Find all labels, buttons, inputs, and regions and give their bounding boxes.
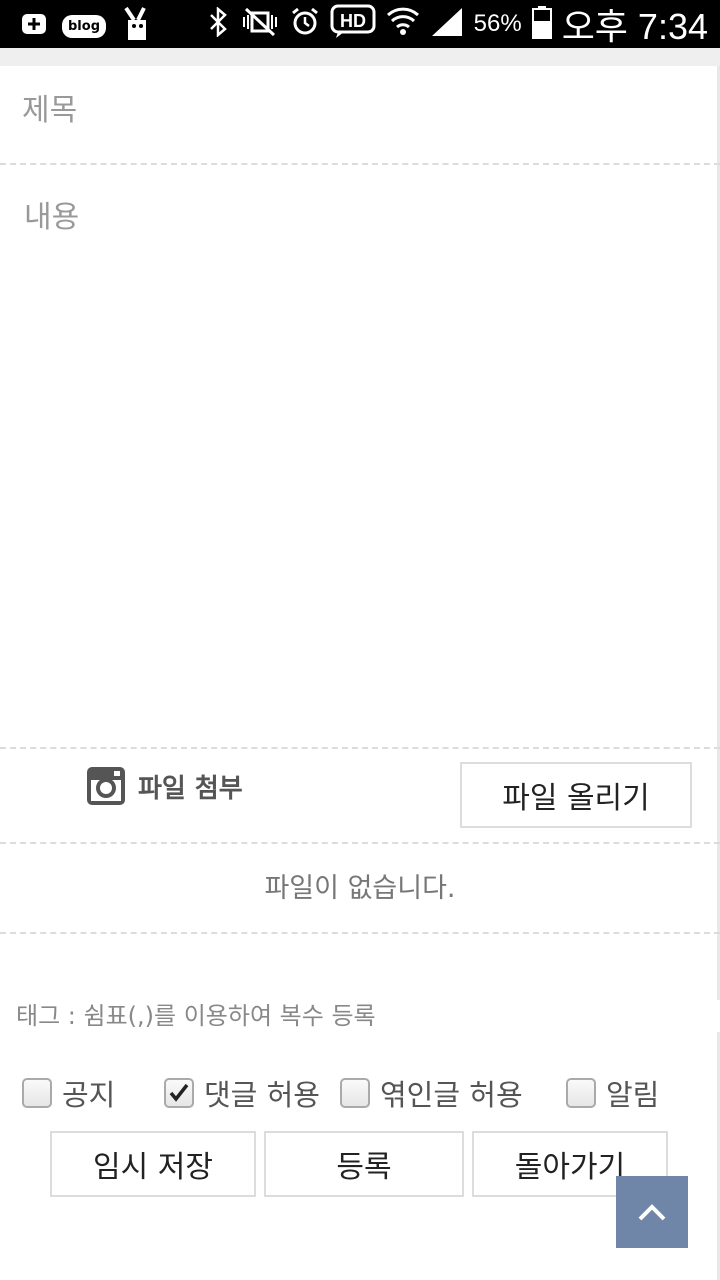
option-label: 공지 <box>62 1078 116 1112</box>
checkmark-icon <box>169 1083 189 1102</box>
content-textarea[interactable] <box>24 192 694 732</box>
signal-icon <box>430 6 464 42</box>
option-allow-comments[interactable]: 댓글 허용 <box>164 1072 320 1114</box>
divider <box>0 932 720 934</box>
option-label: 엮인글 허용 <box>380 1078 523 1112</box>
divider <box>0 163 720 165</box>
submit-button[interactable]: 등록 <box>264 1131 464 1197</box>
option-notice[interactable]: 공지 <box>22 1072 115 1114</box>
vibrate-mute-icon <box>240 7 280 41</box>
divider <box>0 747 720 749</box>
status-bar: blog HD 56% 오후 7:34 <box>0 0 720 48</box>
upload-file-button[interactable]: 파일 올리기 <box>460 762 692 828</box>
attach-label: 파일 첨부 <box>138 773 243 804</box>
hd-voice-icon: HD <box>330 4 376 44</box>
attach-row: 파일 첨부 파일 올리기 <box>0 750 720 842</box>
attach-label-group: 파일 첨부 <box>86 766 243 806</box>
battery-percent: 56% <box>473 10 522 37</box>
top-divider <box>0 48 720 66</box>
option-label: 댓글 허용 <box>204 1078 320 1112</box>
temp-save-button[interactable]: 임시 저장 <box>50 1131 256 1197</box>
scroll-to-top-button[interactable] <box>616 1176 688 1248</box>
alarm-icon <box>290 7 320 41</box>
wifi-icon <box>386 5 420 43</box>
notification-checkbox[interactable] <box>566 1078 596 1108</box>
bluetooth-icon <box>208 6 230 41</box>
rabbit-app-icon <box>120 6 154 46</box>
allow-trackback-checkbox[interactable] <box>340 1078 370 1108</box>
blog-icon: blog <box>62 14 106 38</box>
allow-comments-checkbox[interactable] <box>164 1078 194 1108</box>
tag-input[interactable] <box>16 996 706 1036</box>
no-file-message: 파일이 없습니다. <box>264 873 456 904</box>
divider <box>0 842 720 844</box>
camera-icon <box>86 766 126 806</box>
chevron-up-icon <box>638 1204 666 1221</box>
title-input[interactable] <box>22 86 702 134</box>
option-label: 알림 <box>606 1078 660 1112</box>
option-allow-trackback[interactable]: 엮인글 허용 <box>340 1072 523 1114</box>
clock: 오후 7:34 <box>561 6 708 47</box>
option-notification[interactable]: 알림 <box>566 1072 659 1114</box>
svg-text:HD: HD <box>340 11 366 31</box>
battery-icon <box>531 5 552 43</box>
notice-checkbox[interactable] <box>22 1078 52 1108</box>
add-message-icon <box>20 10 48 42</box>
